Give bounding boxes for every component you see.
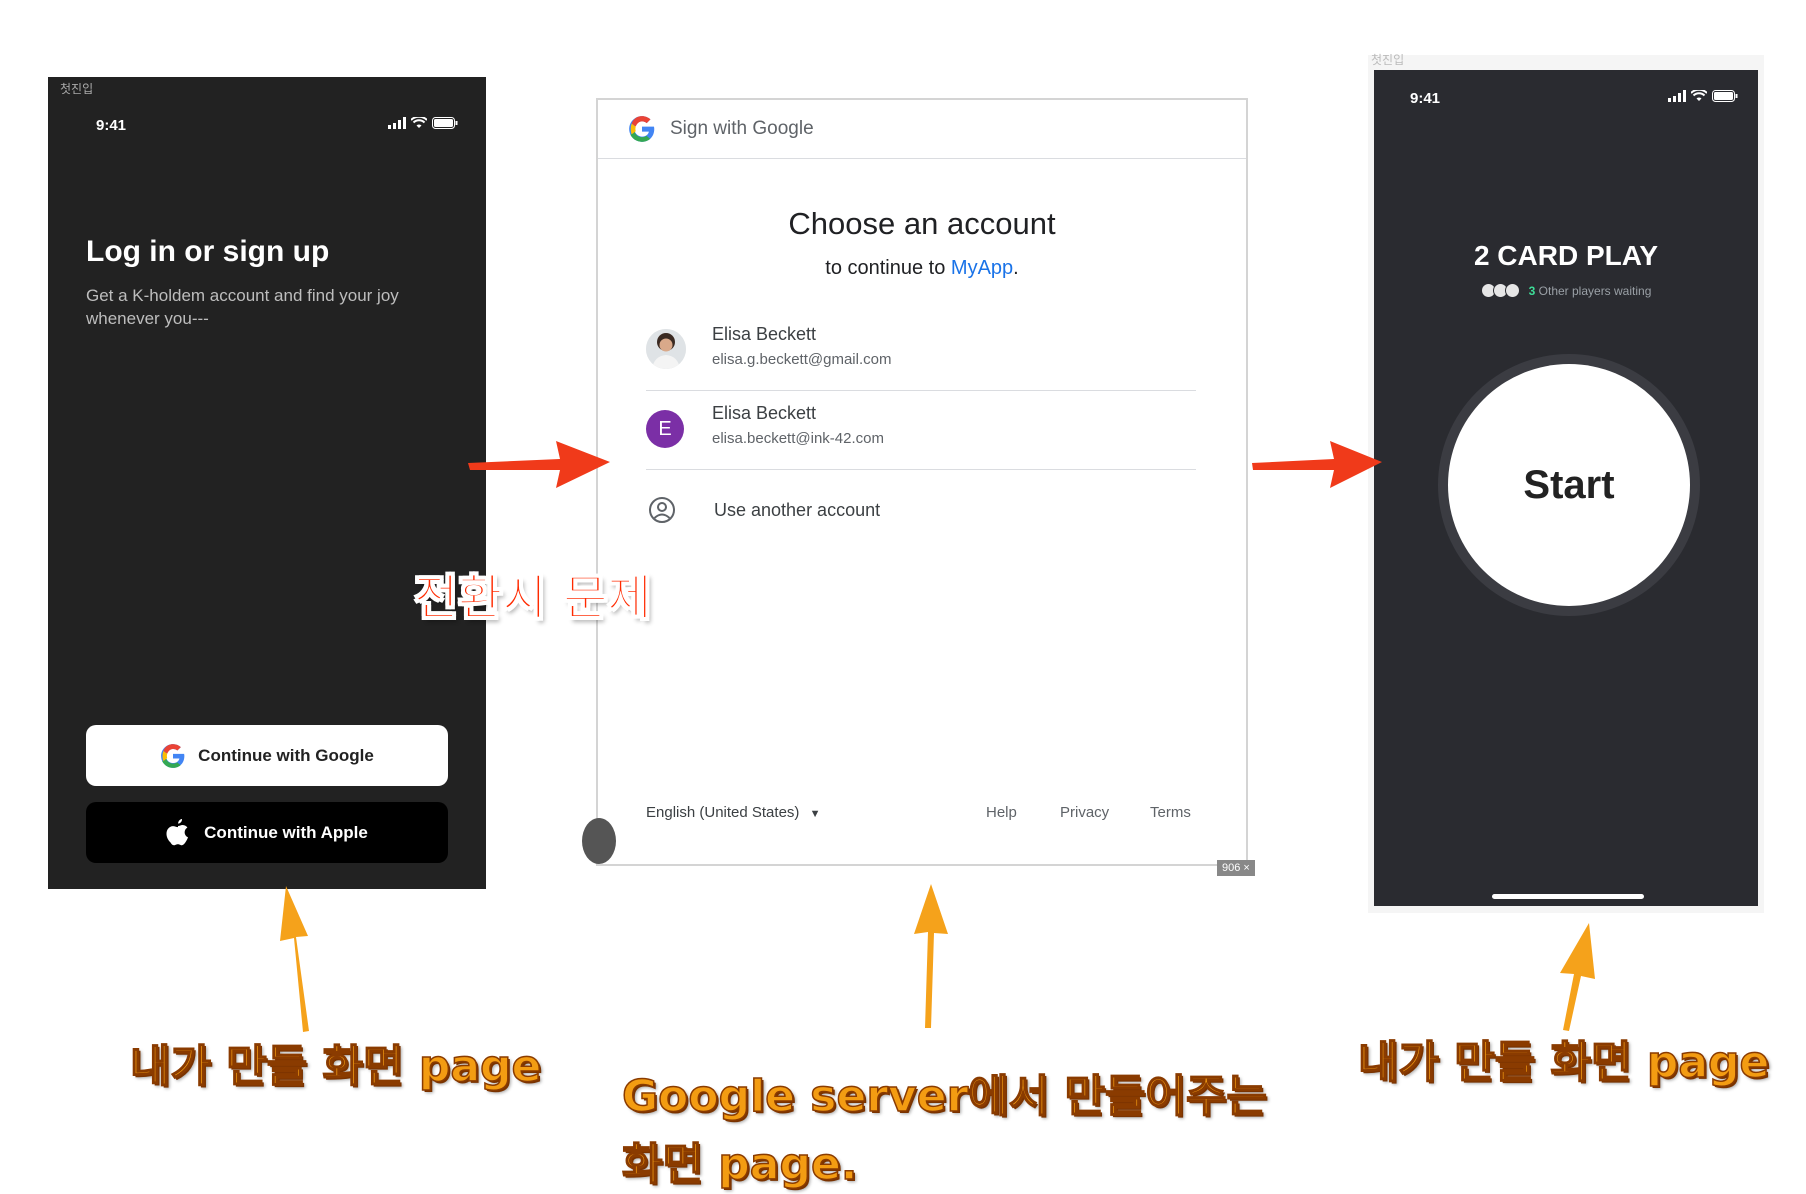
orange-arrow-middle [914, 884, 948, 1028]
left-caption: 내가 만들 화면 page [129, 1040, 542, 1093]
red-arrow-2 [1252, 441, 1382, 488]
transition-issue-annotation: 전환시 문제 [414, 570, 653, 627]
orange-arrow-right [1560, 923, 1595, 1031]
red-arrow-1 [468, 441, 610, 488]
middle-caption-line1: Google server에서 만들어주는 [621, 1070, 1267, 1123]
right-caption: 내가 만들 화면 page [1357, 1036, 1770, 1089]
orange-arrow-left [280, 886, 309, 1032]
middle-caption-line2: 화면 page. [621, 1138, 858, 1191]
annotation-arrows [280, 441, 1595, 1032]
